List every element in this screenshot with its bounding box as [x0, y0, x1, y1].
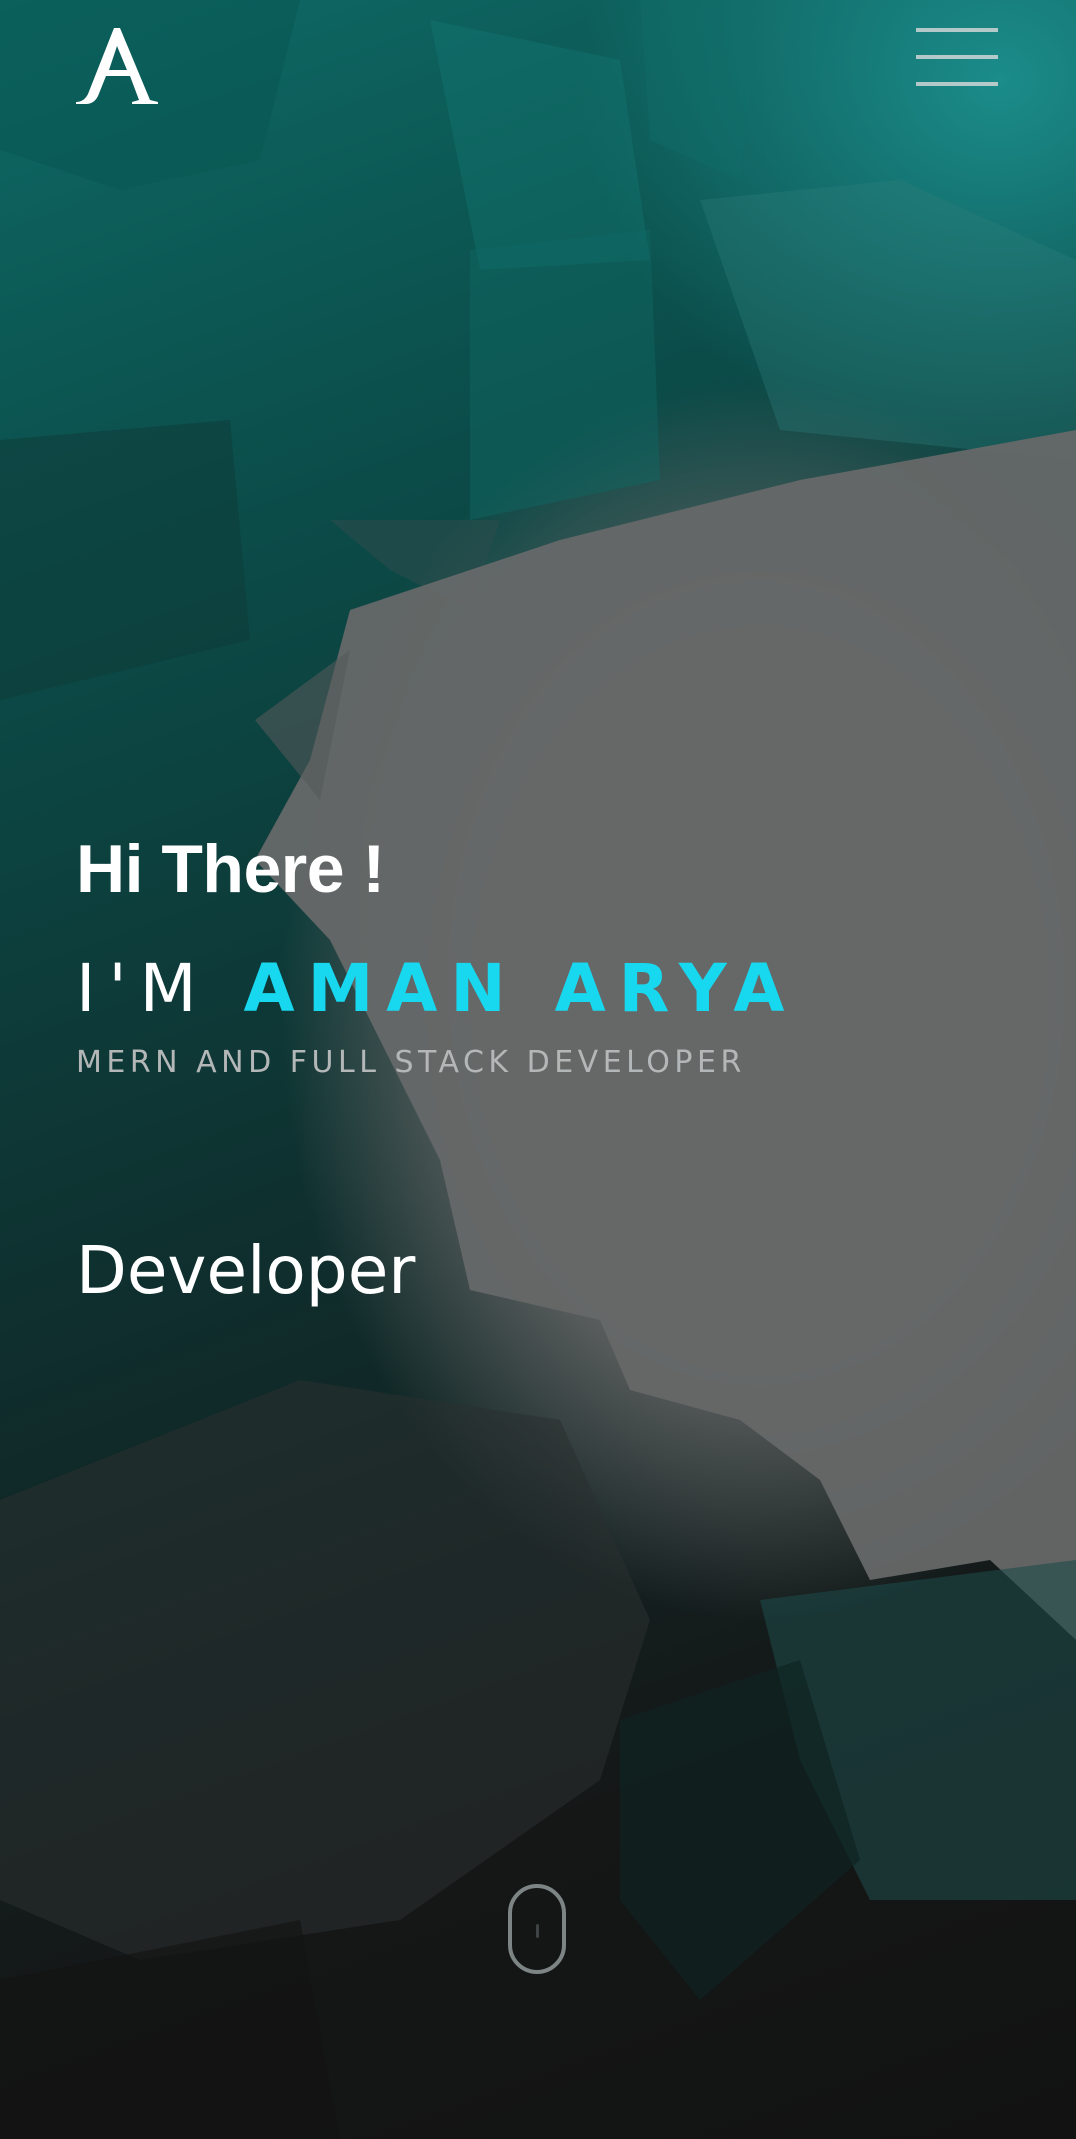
intro-heading: I'M AMAN ARYA: [76, 950, 797, 1027]
mouse-scroll-icon: [536, 1924, 539, 1938]
intro-prefix: I'M: [76, 950, 210, 1027]
name-highlight: AMAN ARYA: [243, 950, 798, 1027]
role-subtitle: MERN AND FULL STACK DEVELOPER: [76, 1045, 746, 1080]
stylized-letter-a-logo-icon: [76, 28, 158, 104]
logo[interactable]: [76, 26, 160, 106]
hamburger-menu-button[interactable]: [916, 28, 998, 88]
scroll-down-button[interactable]: [508, 1884, 566, 1974]
greeting-heading: Hi There !: [76, 831, 385, 907]
typed-role-text: Developer: [76, 1232, 416, 1309]
menu-bar-middle: [916, 55, 998, 59]
menu-bar-bottom: [916, 82, 998, 86]
hamburger-menu-icon: [916, 28, 998, 32]
hero-section: Hi There ! I'M AMAN ARYA MERN AND FULL S…: [0, 0, 1076, 2139]
